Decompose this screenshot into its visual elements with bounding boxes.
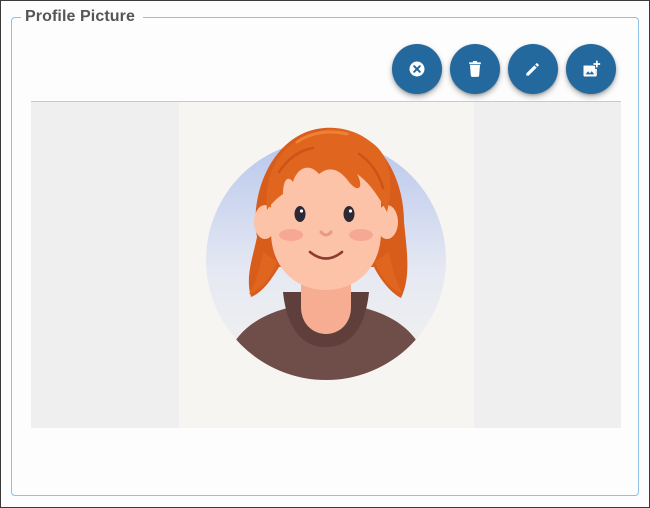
delete-button[interactable]	[450, 44, 500, 94]
image-toolbar	[392, 44, 616, 94]
clear-button[interactable]	[392, 44, 442, 94]
profile-picture-window: Profile Picture	[0, 0, 650, 508]
trash-icon	[469, 61, 481, 77]
edit-button[interactable]	[508, 44, 558, 94]
image-preview-area	[31, 101, 621, 428]
profile-image[interactable]	[179, 102, 474, 428]
avatar-illustration	[206, 127, 446, 380]
pencil-icon	[526, 63, 539, 76]
cancel-circle-icon	[409, 61, 425, 77]
add-photo-icon	[583, 60, 601, 77]
fieldset-legend: Profile Picture	[21, 6, 143, 28]
add-photo-button[interactable]	[566, 44, 616, 94]
